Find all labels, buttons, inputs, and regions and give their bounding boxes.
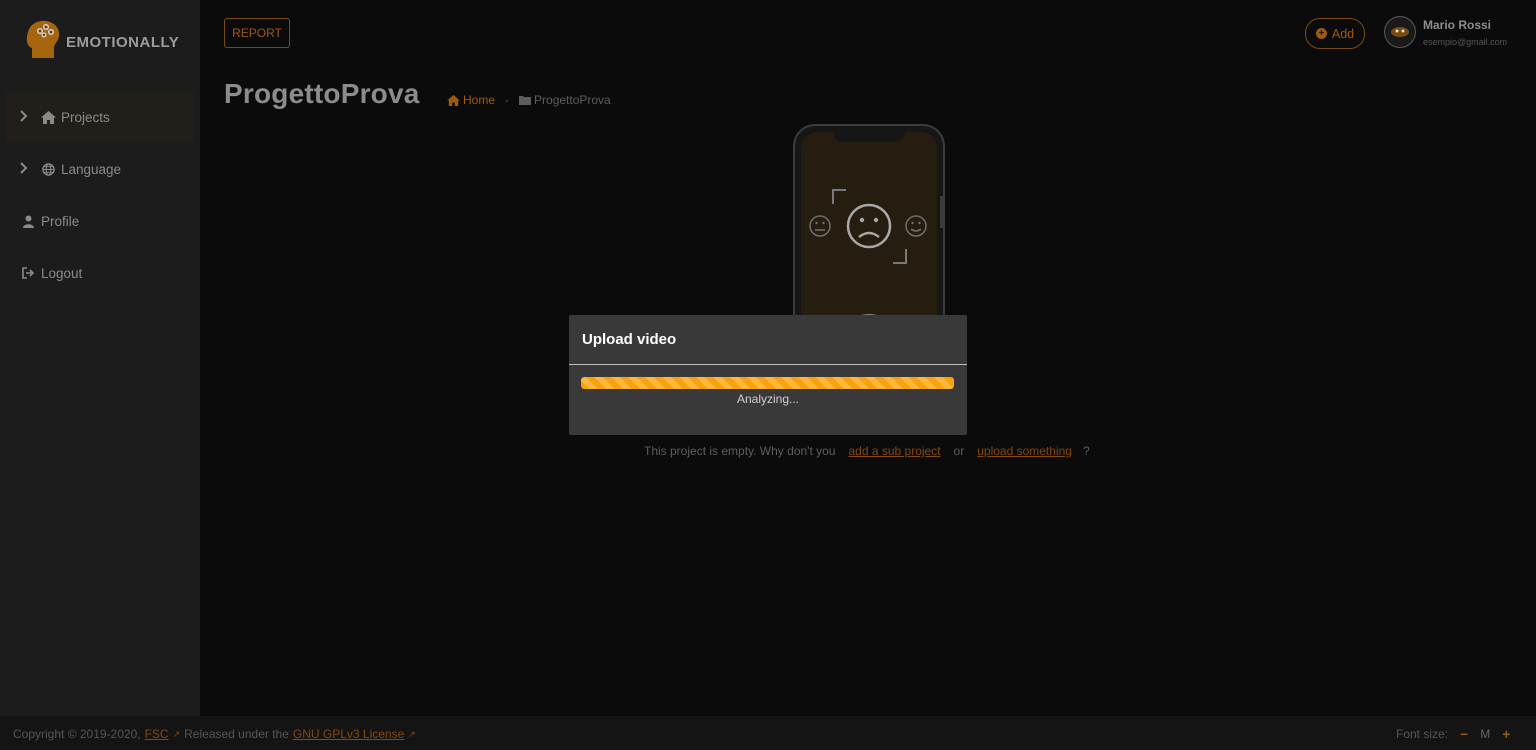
breadcrumb-current: ProgettoProva bbox=[519, 93, 611, 107]
brand-name: EMOTIONALLY bbox=[66, 33, 180, 51]
breadcrumb-home[interactable]: Home bbox=[447, 93, 495, 107]
user-email: esempio@gmail.com bbox=[1423, 37, 1508, 47]
user-name: Mario Rossi bbox=[1423, 18, 1492, 32]
add-sub-project-link[interactable]: add a sub project bbox=[848, 444, 940, 458]
upload-progress-fill bbox=[581, 377, 954, 389]
font-size-value: M bbox=[1480, 727, 1491, 741]
globe-icon bbox=[40, 162, 56, 176]
external-link-icon: ↗ bbox=[408, 728, 416, 739]
sidebar-item-language[interactable]: Language bbox=[6, 143, 194, 195]
modal-divider bbox=[569, 364, 967, 365]
breadcrumb: Home - ProgettoProva bbox=[447, 93, 611, 107]
font-size-increase-button[interactable]: + bbox=[1502, 727, 1510, 741]
empty-state-text: This project is empty. Why don't you bbox=[644, 444, 836, 458]
sidebar-item-label: Profile bbox=[41, 213, 80, 229]
font-size-control: Font size: − M + bbox=[1396, 727, 1510, 741]
footer: Copyright © 2019-2020, FSC ↗ Released un… bbox=[0, 716, 1536, 750]
report-button[interactable]: REPORT bbox=[224, 18, 290, 48]
phone-notch bbox=[833, 126, 905, 142]
upload-status: Analyzing... bbox=[736, 392, 800, 406]
logo[interactable]: EMOTIONALLY bbox=[24, 18, 179, 66]
face-scan-icon bbox=[809, 189, 927, 326]
upload-video-modal: Upload video Analyzing... bbox=[569, 315, 967, 435]
fsc-link[interactable]: FSC bbox=[145, 727, 169, 741]
logo-head-icon bbox=[24, 18, 62, 66]
plus-circle-icon: + bbox=[1315, 28, 1327, 39]
sidebar-item-profile[interactable]: Profile bbox=[6, 195, 194, 247]
phone-screen bbox=[801, 132, 937, 326]
user-icon bbox=[20, 215, 36, 228]
add-button-label: Add bbox=[1331, 26, 1355, 41]
external-link-icon: ↗ bbox=[172, 728, 181, 739]
sidebar-item-label: Logout bbox=[41, 265, 83, 281]
home-icon bbox=[447, 94, 460, 106]
avatar[interactable] bbox=[1384, 16, 1416, 48]
font-size-decrease-button[interactable]: − bbox=[1460, 727, 1468, 741]
phone-side-button bbox=[940, 196, 943, 228]
home-icon bbox=[40, 110, 56, 124]
folder-icon bbox=[519, 96, 532, 105]
breadcrumb-current-label: ProgettoProva bbox=[534, 93, 611, 107]
empty-state-message: This project is empty. Why don't you add… bbox=[644, 444, 1090, 458]
font-size-label: Font size: bbox=[1396, 727, 1449, 741]
license-link[interactable]: GNU GPLv3 License bbox=[293, 727, 404, 741]
upload-something-link[interactable]: upload something bbox=[977, 444, 1072, 458]
released-text: Released under the bbox=[184, 727, 289, 741]
avatar-image-icon bbox=[1391, 27, 1409, 37]
empty-state-or: or bbox=[953, 444, 965, 458]
sidebar-item-logout[interactable]: Logout bbox=[6, 247, 194, 299]
sidebar-item-projects[interactable]: Projects bbox=[6, 91, 194, 143]
footer-copyright: Copyright © 2019-2020, FSC ↗ Released un… bbox=[13, 727, 416, 741]
sidebar-item-label: Language bbox=[61, 161, 122, 177]
add-button[interactable]: + Add bbox=[1305, 18, 1365, 49]
sidebar: EMOTIONALLY Projects Language Profile Lo… bbox=[0, 0, 200, 716]
modal-title: Upload video bbox=[582, 331, 677, 348]
phone-illustration bbox=[793, 124, 945, 326]
breadcrumb-separator: - bbox=[505, 93, 510, 107]
sidebar-item-label: Projects bbox=[61, 109, 110, 125]
page-title: ProgettoProva bbox=[224, 78, 420, 109]
chevron-right-icon bbox=[20, 161, 30, 177]
copyright-text: Copyright © 2019-2020, bbox=[13, 727, 141, 741]
logout-icon bbox=[20, 267, 36, 279]
empty-state-question: ? bbox=[1082, 444, 1090, 458]
breadcrumb-home-label: Home bbox=[463, 93, 496, 107]
sidebar-nav: Projects Language Profile Logout bbox=[6, 91, 194, 299]
chevron-right-icon bbox=[20, 109, 30, 125]
upload-progress-bar bbox=[581, 377, 954, 389]
